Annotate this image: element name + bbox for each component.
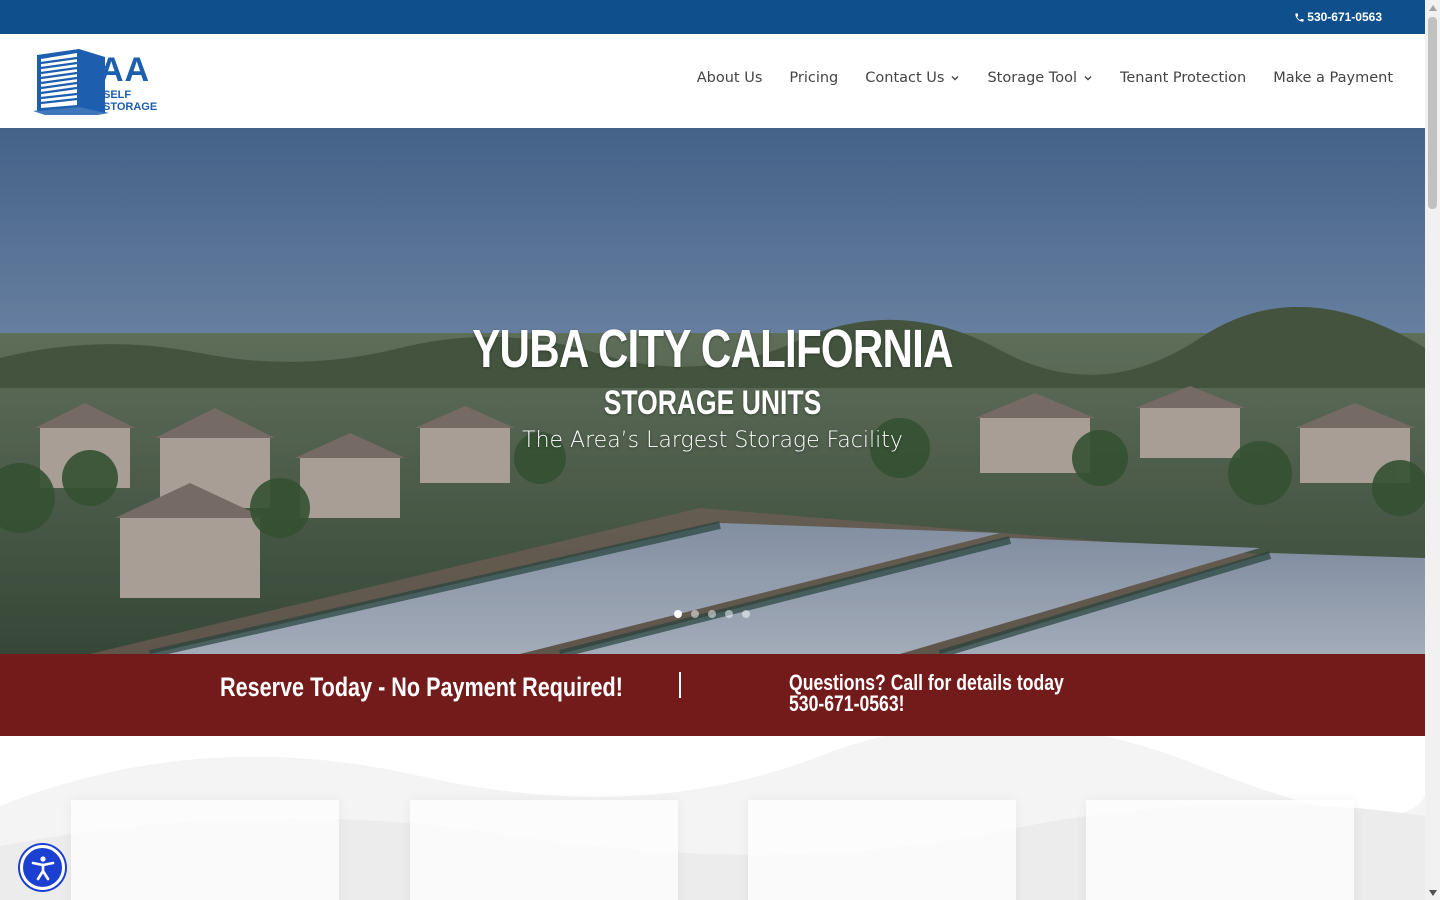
slider-dot-5[interactable] — [742, 610, 750, 618]
phone-icon — [1295, 12, 1304, 22]
page-scrollbar[interactable] — [1425, 0, 1440, 900]
nav-label: About Us — [696, 70, 763, 86]
slider-dot-4[interactable] — [725, 610, 733, 618]
nav-contact-us[interactable]: Contact Us — [865, 70, 960, 86]
nav-pricing[interactable]: Pricing — [789, 70, 838, 86]
hero-title: YUBA CITY CALIFORNIA — [472, 319, 953, 379]
features-section — [0, 736, 1425, 900]
nav-label: Pricing — [789, 70, 839, 86]
nav-tenant-protection[interactable]: Tenant Protection — [1120, 70, 1246, 86]
feature-card-1 — [71, 800, 339, 900]
promo-banner: Reserve Today - No Payment Required! Que… — [0, 654, 1425, 736]
nav-storage-tool[interactable]: Storage Tool — [987, 70, 1093, 86]
reserve-today-text: Reserve Today - No Payment Required! — [220, 672, 623, 702]
accessibility-button[interactable] — [20, 845, 65, 890]
feature-card-4 — [1086, 800, 1354, 900]
site-header: AA SELF STORAGE About Us Pricing Contact… — [0, 34, 1425, 128]
site-logo[interactable]: AA SELF STORAGE — [33, 47, 171, 121]
scroll-up-arrow-icon[interactable] — [1425, 0, 1440, 15]
scroll-down-arrow-icon[interactable] — [1425, 885, 1440, 900]
accessibility-icon — [31, 855, 54, 880]
nav-label: Make a Payment — [1273, 70, 1393, 86]
slider-pagination — [674, 610, 750, 618]
nav-label: Tenant Protection — [1119, 70, 1247, 86]
logo-wordmark: AA — [99, 51, 151, 89]
hero-tagline: The Area’s Largest Storage Facility — [522, 428, 903, 453]
nav-make-a-payment[interactable]: Make a Payment — [1273, 70, 1393, 86]
nav-about-us[interactable]: About Us — [697, 70, 763, 86]
hero-subtitle: STORAGE UNITS — [603, 384, 822, 422]
call-details-text: Questions? Call for details today 530-67… — [789, 670, 1064, 715]
slider-dot-2[interactable] — [691, 610, 699, 618]
nav-label: Contact Us — [865, 70, 945, 86]
topbar-phone-text: 530-671-0563 — [1307, 10, 1382, 24]
logo-tagline: SELF STORAGE — [103, 89, 158, 113]
feature-card-2 — [410, 800, 678, 900]
nav-label: Storage Tool — [987, 70, 1077, 86]
chevron-down-icon — [1084, 76, 1092, 81]
top-bar: 530-671-0563 — [0, 0, 1425, 34]
feature-card-3 — [748, 800, 1016, 900]
chevron-down-icon — [951, 76, 959, 81]
hero-slider: YUBA CITY CALIFORNIA STORAGE UNITS The A… — [0, 128, 1425, 654]
topbar-phone-link[interactable]: 530-671-0563 — [1294, 10, 1382, 24]
slider-dot-3[interactable] — [708, 610, 716, 618]
call-details-line1: Questions? Call for details today — [789, 670, 1064, 695]
main-nav: About Us Pricing Contact Us Storage Tool… — [670, 70, 1393, 86]
call-details-phone[interactable]: 530-671-0563! — [789, 693, 1064, 715]
banner-divider — [679, 672, 681, 698]
slider-dot-1[interactable] — [674, 610, 682, 618]
scrollbar-thumb[interactable] — [1428, 17, 1437, 209]
